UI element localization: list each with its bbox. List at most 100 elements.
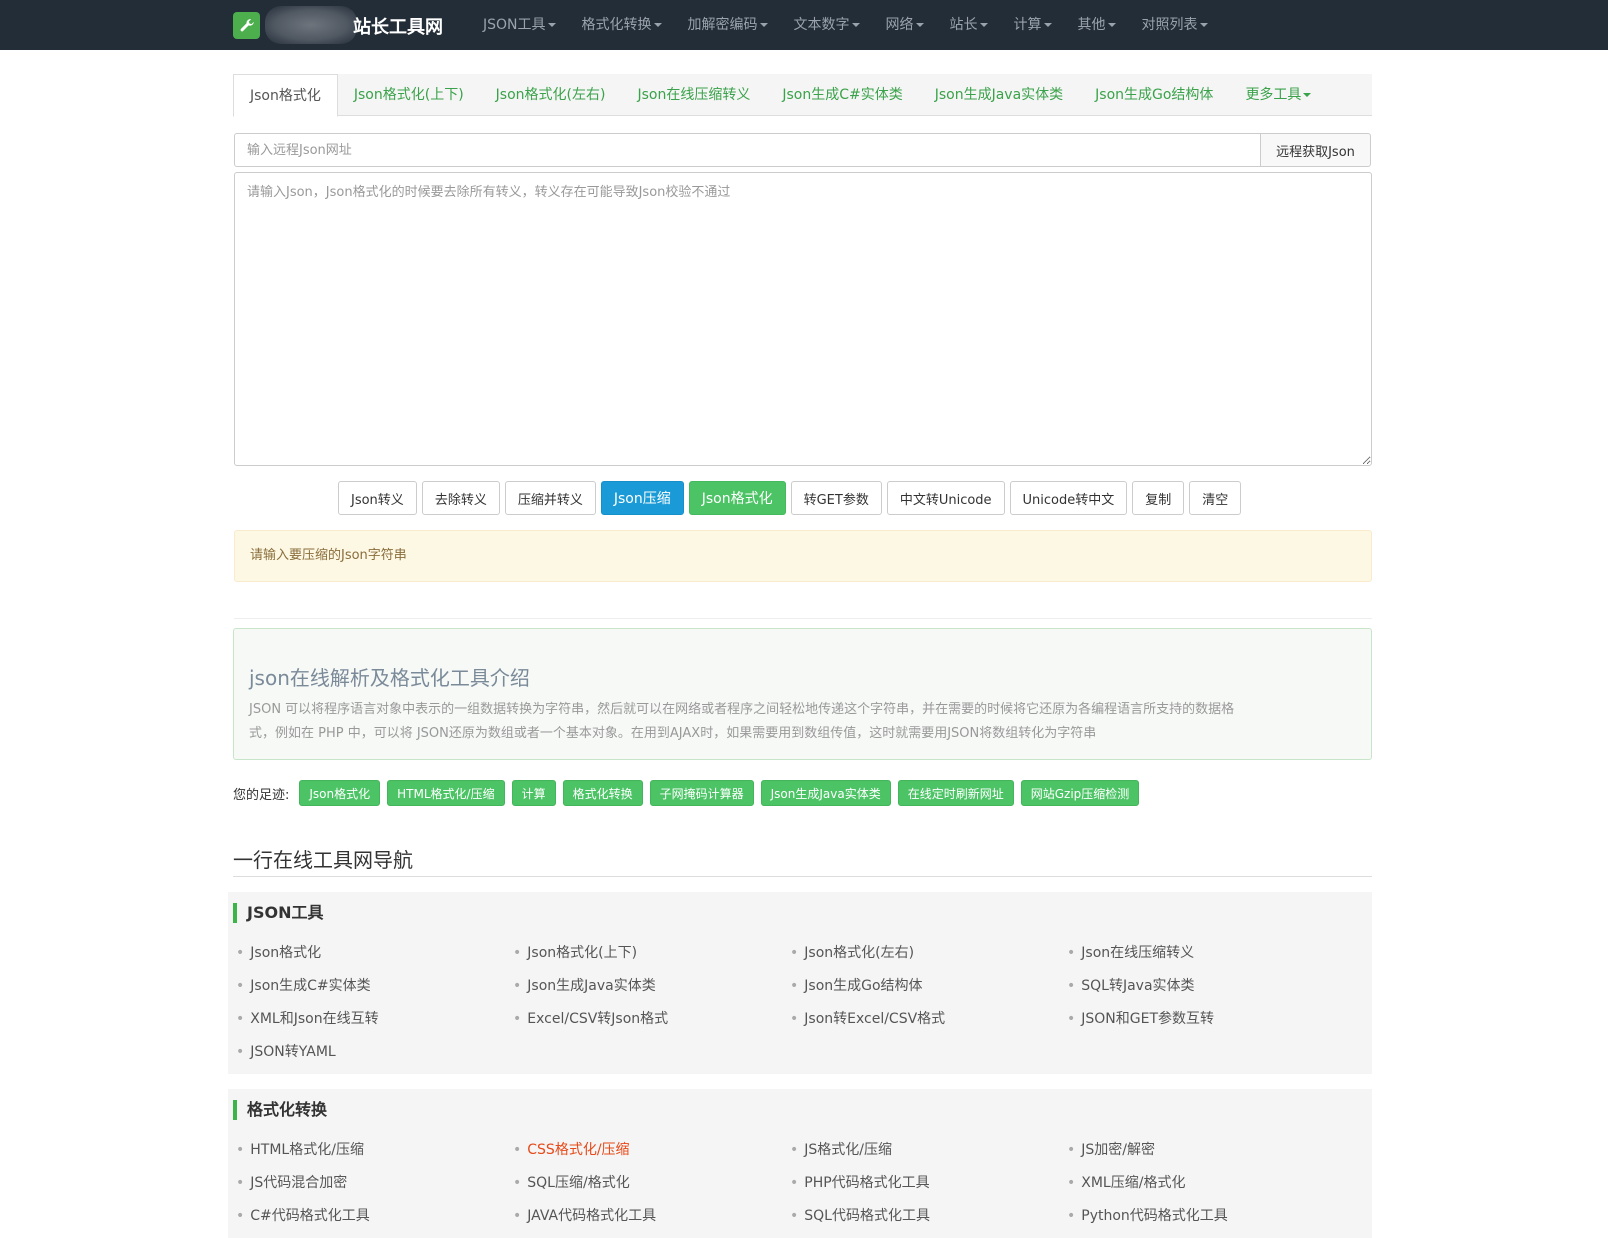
bullet-icon: • [236, 1044, 245, 1060]
footprint-tag[interactable]: 格式化转换 [562, 780, 643, 806]
tool-link[interactable]: • SQL代码格式化工具 [790, 1205, 1067, 1227]
tool-link[interactable]: • XML压缩/格式化 [1067, 1172, 1344, 1194]
footprint-tag[interactable]: Json生成Java实体类 [760, 780, 891, 806]
intro-line: JSON 可以将程序语言对象中表示的一组数据转换为字符串，然后就可以在网络或者程… [249, 702, 1235, 717]
section-format-convert: 格式化转换 • HTML格式化/压缩 • CSS格式化/压缩 • JS格式化/压缩 •… [228, 1089, 1372, 1238]
tab-json-format-horizontal[interactable]: Json格式化(左右) [480, 74, 622, 116]
json-format-button[interactable]: Json格式化 [688, 481, 786, 515]
caret-down-icon [915, 23, 924, 27]
footprint-tag[interactable]: Json格式化 [299, 780, 381, 806]
bullet-icon: • [1067, 1011, 1076, 1027]
footprint-tag[interactable]: 网站Gzip压缩检测 [1020, 780, 1140, 806]
action-buttons: Json转义 去除转义 压缩并转义 Json压缩 Json格式化 转GET参数 … [338, 481, 1246, 515]
main-menu: JSON工具 格式化转换 加解密编码 文本数字 网络 站长 计算 其他 对照列表 [470, 0, 1221, 50]
tool-link[interactable]: • XML和Json在线互转 [236, 1008, 513, 1030]
tool-link[interactable]: • Json格式化(左右) [790, 942, 1067, 964]
bullet-icon: • [1067, 945, 1076, 961]
bullet-icon: • [790, 945, 799, 961]
menu-format-convert[interactable]: 格式化转换 [569, 0, 675, 50]
bullet-icon: • [236, 978, 245, 994]
menu-calculate[interactable]: 计算 [1001, 0, 1065, 50]
intro-line: 式，例如在 PHP 中，可以将 JSON还原为数组或者一个基本对象。在用到AJA… [249, 726, 1097, 741]
tab-json-to-java[interactable]: Json生成Java实体类 [919, 74, 1079, 116]
tool-link[interactable]: • SQL转Java实体类 [1067, 975, 1344, 997]
footprint-tag[interactable]: HTML格式化/压缩 [387, 780, 505, 806]
top-navbar: 站长工具网 JSON工具 格式化转换 加解密编码 文本数字 网络 站长 计算 其… [0, 0, 1608, 50]
tool-link[interactable]: • Json生成Java实体类 [513, 975, 790, 997]
tab-more-tools[interactable]: 更多工具 [1229, 74, 1327, 116]
caret-down-icon [1107, 23, 1116, 27]
remove-escape-button[interactable]: 去除转义 [421, 481, 500, 515]
tool-link[interactable]: • JSON转YAML [236, 1041, 513, 1063]
json-escape-button[interactable]: Json转义 [338, 481, 417, 515]
bullet-icon: • [513, 978, 522, 994]
site-brand[interactable]: 站长工具网 [353, 13, 443, 39]
menu-webmaster[interactable]: 站长 [937, 0, 1001, 50]
menu-text-number[interactable]: 文本数字 [781, 0, 873, 50]
bullet-icon: • [1067, 1142, 1076, 1158]
bullet-icon: • [790, 1142, 799, 1158]
unicode-to-chinese-button[interactable]: Unicode转中文 [1009, 481, 1128, 515]
bullet-icon: • [236, 1142, 245, 1158]
tab-json-to-go[interactable]: Json生成Go结构体 [1079, 74, 1229, 116]
bullet-icon: • [236, 1011, 245, 1027]
compress-escape-button[interactable]: 压缩并转义 [504, 481, 596, 515]
bullet-icon: • [790, 1011, 799, 1027]
tool-link[interactable]: • JS加密/解密 [1067, 1139, 1344, 1161]
footprint-tag[interactable]: 计算 [511, 780, 556, 806]
bullet-icon: • [1067, 1208, 1076, 1224]
tool-link[interactable]: • JSON和GET参数互转 [1067, 1008, 1344, 1030]
caret-down-icon [653, 23, 662, 27]
tool-link[interactable]: • C#代码格式化工具 [236, 1205, 513, 1227]
tool-link[interactable]: • HTML格式化/压缩 [236, 1139, 513, 1161]
chinese-to-unicode-button[interactable]: 中文转Unicode [886, 481, 1005, 515]
menu-json-tools[interactable]: JSON工具 [470, 0, 569, 50]
bullet-icon: • [790, 978, 799, 994]
remote-url-input[interactable] [234, 133, 1260, 167]
menu-encrypt-encode[interactable]: 加解密编码 [675, 0, 781, 50]
tool-link[interactable]: • JS格式化/压缩 [790, 1139, 1067, 1161]
section-json-tools: JSON工具 • Json格式化 • Json格式化(上下) • Json格式化(左右… [228, 892, 1372, 1074]
tab-json-compress-escape[interactable]: Json在线压缩转义 [621, 74, 766, 116]
tab-json-format[interactable]: Json格式化 [233, 74, 338, 117]
fetch-remote-json-button[interactable]: 远程获取Json [1260, 133, 1371, 167]
tool-link-highlighted[interactable]: • CSS格式化/压缩 [513, 1139, 790, 1161]
json-input-textarea[interactable] [234, 172, 1372, 466]
bullet-icon: • [513, 1011, 522, 1027]
bullet-icon: • [513, 1175, 522, 1191]
tool-link[interactable]: • Json转Excel/CSV格式 [790, 1008, 1067, 1030]
tool-link[interactable]: • Json生成C#实体类 [236, 975, 513, 997]
tool-link[interactable]: • PHP代码格式化工具 [790, 1172, 1067, 1194]
tool-link[interactable]: • SQL压缩/格式化 [513, 1172, 790, 1194]
tool-link[interactable]: • Json生成Go结构体 [790, 975, 1067, 997]
tool-link[interactable]: • Excel/CSV转Json格式 [513, 1008, 790, 1030]
tab-json-to-csharp[interactable]: Json生成C#实体类 [766, 74, 918, 116]
footprint-tag[interactable]: 在线定时刷新网址 [897, 780, 1014, 806]
menu-other[interactable]: 其他 [1065, 0, 1129, 50]
tool-link[interactable]: • JS代码混合加密 [236, 1172, 513, 1194]
footprint-tag[interactable]: 子网掩码计算器 [649, 780, 754, 806]
tools-navigation-title: 一行在线工具网导航 [233, 848, 413, 872]
wrench-icon[interactable] [233, 12, 260, 39]
to-get-params-button[interactable]: 转GET参数 [790, 481, 882, 515]
remote-url-row: 远程获取Json [234, 133, 1371, 167]
tool-link[interactable]: • Python代码格式化工具 [1067, 1205, 1344, 1227]
menu-reference-list[interactable]: 对照列表 [1129, 0, 1221, 50]
tool-link[interactable]: • Json格式化(上下) [513, 942, 790, 964]
copy-button[interactable]: 复制 [1132, 481, 1185, 515]
tool-link[interactable]: • Json在线压缩转义 [1067, 942, 1344, 964]
blurred-logo [265, 6, 357, 44]
intro-body: JSON 可以将程序语言对象中表示的一组数据转换为字符串，然后就可以在网络或者程… [249, 698, 1356, 746]
tab-json-format-vertical[interactable]: Json格式化(上下) [338, 74, 480, 116]
tool-link[interactable]: • JAVA代码格式化工具 [513, 1205, 790, 1227]
caret-down-icon [547, 23, 556, 27]
clear-button[interactable]: 清空 [1189, 481, 1242, 515]
intro-panel: json在线解析及格式化工具介绍 JSON 可以将程序语言对象中表示的一组数据转… [233, 628, 1372, 760]
caret-down-icon [1199, 23, 1208, 27]
tool-link[interactable]: • Json格式化 [236, 942, 513, 964]
bullet-icon: • [513, 1208, 522, 1224]
divider [234, 618, 1372, 619]
json-compress-button[interactable]: Json压缩 [600, 481, 684, 515]
caret-down-icon [979, 23, 988, 27]
menu-network[interactable]: 网络 [873, 0, 937, 50]
